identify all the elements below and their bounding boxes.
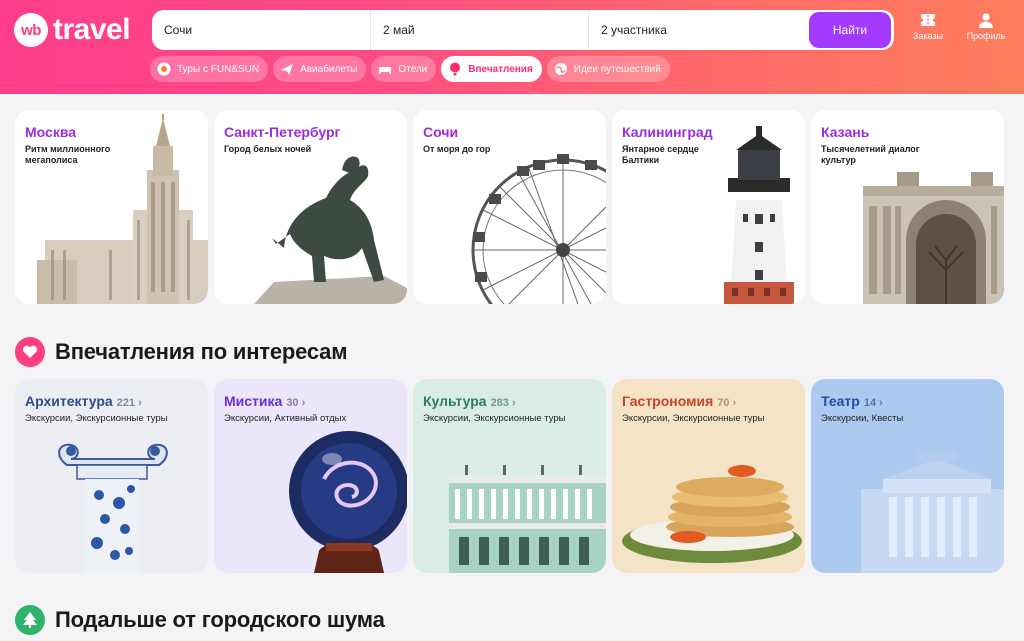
pill-label: Впечатления: [468, 63, 533, 75]
interest-card-culture[interactable]: Культура 283 › Экскурсии, Экскурсионные …: [413, 379, 606, 573]
pill-label: Отели: [398, 63, 428, 75]
pancakes-image: [622, 465, 802, 563]
pill-flights[interactable]: Авиабилеты: [273, 56, 367, 82]
nature-section-header: Подальше от городского шума: [15, 605, 385, 635]
winter-palace-image: [449, 465, 606, 573]
tree-icon: [15, 605, 45, 635]
ferris-wheel-image: [471, 154, 606, 304]
section-title: Впечатления по интересам: [55, 339, 348, 364]
search-bar: Сочи 2 май 2 участника Найти: [152, 10, 894, 50]
interest-cards: Архитектура 221 › Экскурсии, Экскурсионн…: [15, 379, 1004, 573]
interest-card-architecture[interactable]: Архитектура 221 › Экскурсии, Экскурсионн…: [15, 379, 208, 573]
pill-label: Идеи путешествий: [573, 63, 661, 75]
city-cards: Москва Ритм миллионного мегаполиса Санкт…: [15, 110, 1004, 304]
moscow-university-image: [37, 114, 208, 304]
kazan-arch-image: [863, 172, 1004, 304]
city-card-moscow[interactable]: Москва Ритм миллионного мегаполиса: [15, 110, 208, 304]
date-field[interactable]: 2 май: [370, 10, 588, 50]
city-card-sochi[interactable]: Сочи От моря до гор: [413, 110, 606, 304]
lighthouse-image: [724, 126, 794, 304]
interest-card-gastronomy[interactable]: Гастрономия 70 › Экскурсии, Экскурсионны…: [612, 379, 805, 573]
city-card-spb[interactable]: Санкт-Петербург Город белых ночей: [214, 110, 407, 304]
bolshoi-theatre-image: [861, 451, 1004, 573]
ionic-column-image: [58, 443, 168, 573]
logo[interactable]: wb travel: [14, 13, 131, 47]
guests-field[interactable]: 2 участника: [588, 10, 806, 50]
orders-label: Заказы: [912, 31, 944, 41]
crystal-ball-image: [289, 431, 407, 573]
bronze-horseman-image: [254, 156, 407, 304]
profile-button[interactable]: Профиль: [966, 12, 1006, 41]
logo-badge: wb: [14, 13, 48, 47]
sun-icon: [156, 61, 172, 77]
pill-label: Авиабилеты: [300, 63, 358, 75]
interest-card-mystic[interactable]: Мистика 30 › Экскурсии, Активный отдых: [214, 379, 407, 573]
section-title: Подальше от городского шума: [55, 607, 385, 632]
city-card-kazan[interactable]: Казань Тысячелетний диалог культур: [811, 110, 1004, 304]
pill-ideas[interactable]: Идеи путешествий: [546, 56, 670, 82]
pill-label: Туры с FUN&SUN: [177, 63, 260, 75]
destination-field[interactable]: Сочи: [152, 10, 370, 50]
search-button[interactable]: Найти: [809, 12, 891, 48]
interest-card-theatre[interactable]: Театр 14 › Экскурсии, Квесты: [811, 379, 1004, 573]
pill-experiences[interactable]: Впечатления: [441, 56, 542, 82]
interests-section-header: Впечатления по интересам: [15, 337, 347, 367]
balloon-icon: [447, 61, 463, 77]
globe-icon: [553, 61, 569, 77]
heart-icon: [15, 337, 45, 367]
orders-button[interactable]: Заказы: [908, 12, 948, 41]
user-icon: [979, 13, 993, 28]
logo-text: travel: [53, 13, 131, 46]
profile-label: Профиль: [966, 31, 1006, 41]
header: wb travel Сочи 2 май 2 участника Найти З…: [0, 0, 1024, 94]
pill-hotels[interactable]: Отели: [371, 56, 437, 82]
city-card-kaliningrad[interactable]: Калининград Янтарное сердце Балтики: [612, 110, 805, 304]
ticket-icon: [921, 14, 935, 26]
pill-tours[interactable]: Туры с FUN&SUN: [150, 56, 269, 82]
plane-icon: [279, 61, 295, 77]
bed-icon: [377, 61, 393, 77]
category-pills: Туры с FUN&SUN Авиабилеты Отели Впечатле…: [150, 56, 670, 82]
